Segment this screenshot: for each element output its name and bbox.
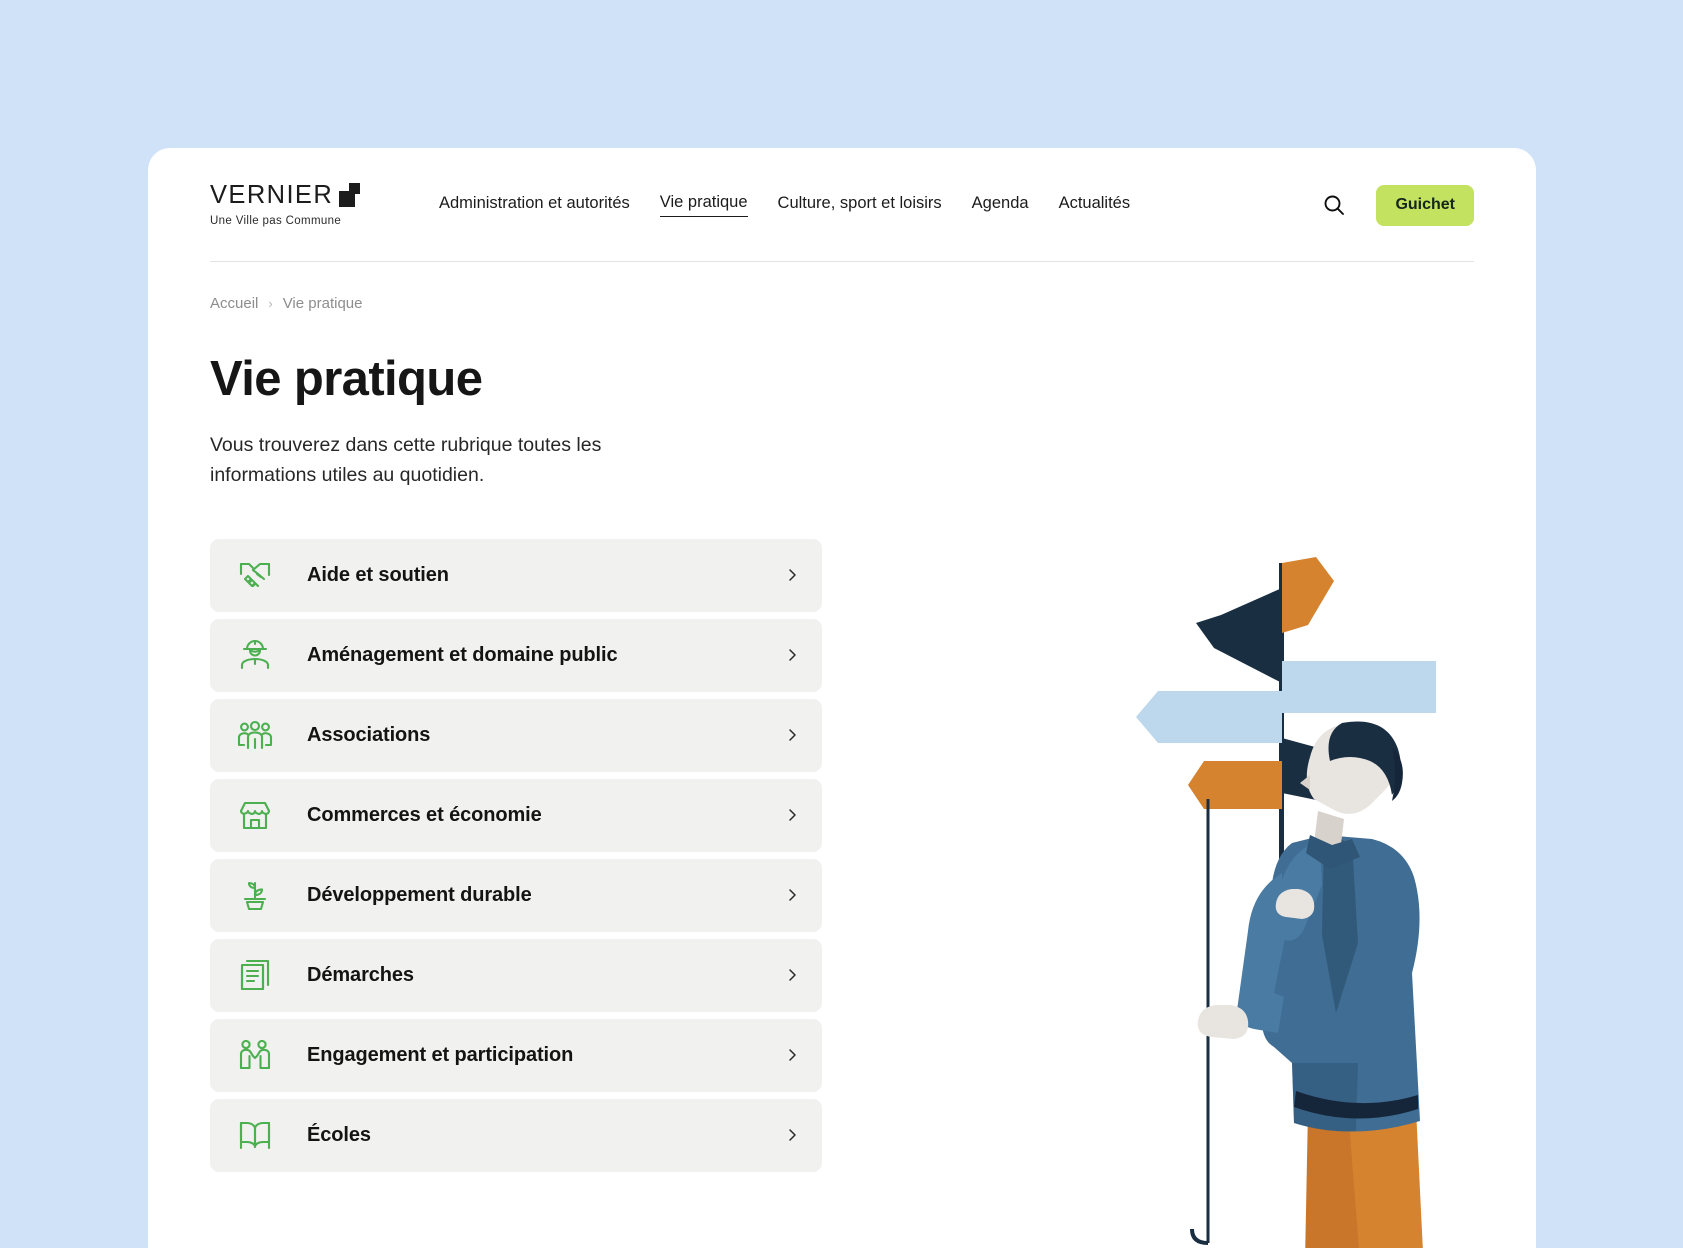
list-item-label: Aménagement et domaine public: [307, 643, 618, 666]
chevron-right-icon: [784, 727, 800, 743]
list-item-label: Commerces et économie: [307, 803, 542, 826]
nav-item-culture-sport-loisirs[interactable]: Culture, sport et loisirs: [778, 194, 942, 217]
list-item-label: Aide et soutien: [307, 563, 449, 586]
nav-item-vie-pratique[interactable]: Vie pratique: [659, 193, 748, 217]
chevron-right-icon: [784, 647, 800, 663]
chevron-right-icon: [784, 1047, 800, 1063]
construction-worker-icon: [236, 636, 274, 674]
page-content: Accueil › Vie pratique Vie pratique Vous…: [148, 295, 1536, 1248]
handshake-icon: [236, 556, 274, 594]
signpost-person-illustration: [1096, 543, 1536, 1248]
page-title: Vie pratique: [210, 352, 483, 406]
search-button[interactable]: [1321, 192, 1347, 218]
main-navigation: Administration et autorités Vie pratique…: [439, 193, 1130, 217]
browser-page-frame: VERNIER Une Ville pas Commune Administra…: [148, 148, 1536, 1248]
nav-item-agenda[interactable]: Agenda: [972, 194, 1029, 217]
people-group-icon: [236, 716, 274, 754]
site-logo[interactable]: VERNIER Une Ville pas Commune: [210, 180, 360, 228]
list-item-associations[interactable]: Associations: [210, 698, 822, 772]
search-icon: [1324, 195, 1345, 215]
breadcrumb-item-current: Vie pratique: [282, 295, 363, 312]
page-intro-text: Vous trouverez dans cette rubrique toute…: [210, 434, 602, 487]
list-item-label: Associations: [307, 723, 431, 746]
two-people-handshake-icon: [236, 1036, 274, 1074]
list-item-engagement-et-participation[interactable]: Engagement et participation: [210, 1018, 822, 1092]
header-divider: [210, 261, 1474, 262]
site-header: VERNIER Une Ville pas Commune Administra…: [148, 148, 1536, 262]
category-list: Aide et soutien Aménagement et domaine p…: [210, 538, 822, 1172]
potted-plant-icon: [236, 876, 274, 914]
list-item-label: Démarches: [307, 963, 414, 986]
header-actions: Guichet: [1321, 184, 1474, 226]
list-item-developpement-durable[interactable]: Développement durable: [210, 858, 822, 932]
chevron-right-icon: [784, 887, 800, 903]
storefront-icon: [236, 796, 274, 834]
logo-wordmark: VERNIER: [210, 180, 334, 209]
list-item-label: Développement durable: [307, 883, 532, 906]
logo-tagline: Une Ville pas Commune: [210, 215, 342, 228]
chevron-right-icon: [784, 1127, 800, 1143]
logo-squares-icon: [338, 182, 360, 208]
nav-item-administration[interactable]: Administration et autorités: [439, 194, 630, 217]
list-item-ecoles[interactable]: Écoles: [210, 1098, 822, 1172]
nav-item-actualites[interactable]: Actualités: [1059, 194, 1131, 217]
guichet-button[interactable]: Guichet: [1376, 184, 1474, 226]
chevron-right-icon: [784, 807, 800, 823]
open-book-icon: [236, 1116, 274, 1154]
list-item-label: Écoles: [307, 1123, 371, 1146]
breadcrumb-chevron-right-icon: ›: [268, 296, 273, 311]
logo-wordmark-row: VERNIER: [210, 180, 360, 209]
breadcrumb-item-accueil[interactable]: Accueil: [210, 295, 258, 312]
documents-icon: [236, 956, 274, 994]
list-item-amenagement-et-domaine-public[interactable]: Aménagement et domaine public: [210, 618, 822, 692]
list-item-demarches[interactable]: Démarches: [210, 938, 822, 1012]
list-item-aide-et-soutien[interactable]: Aide et soutien: [210, 538, 822, 612]
chevron-right-icon: [784, 567, 800, 583]
list-item-commerces-et-economie[interactable]: Commerces et économie: [210, 778, 822, 852]
chevron-right-icon: [784, 967, 800, 983]
list-item-label: Engagement et participation: [307, 1043, 574, 1066]
breadcrumb: Accueil › Vie pratique: [210, 295, 1474, 312]
